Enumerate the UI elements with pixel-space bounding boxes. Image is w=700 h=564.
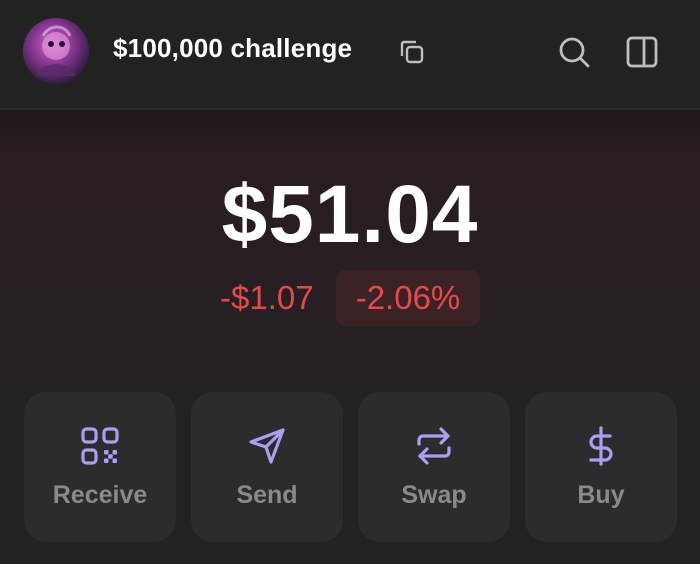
balance-change: -$1.07 -2.06% [0,270,700,328]
header-bar: $100,000 challenge [0,0,700,110]
copy-icon[interactable] [396,36,428,68]
buy-label: Buy [577,481,625,509]
search-icon[interactable] [556,34,592,70]
send-button[interactable]: Send [191,392,343,542]
account-name[interactable]: $100,000 challenge [113,33,352,64]
change-absolute: -$1.07 [220,279,314,316]
send-label: Send [236,481,298,509]
qr-code-icon [80,426,120,466]
action-buttons: Receive Send Swap Buy [24,392,677,542]
wallet-app: $100,000 challenge $51.04 -$1.07 -2.06% [0,0,700,564]
swap-button[interactable]: Swap [358,392,510,542]
balance-amount: $51.04 [221,169,479,260]
swap-arrows-icon [414,426,454,466]
receive-label: Receive [52,481,148,509]
change-percent-badge: -2.06% [336,270,480,326]
sidebar-panel-icon[interactable] [624,34,660,70]
buy-button[interactable]: Buy [525,392,677,542]
paper-plane-icon [247,426,287,466]
avatar[interactable] [23,18,89,84]
receive-button[interactable]: Receive [24,392,176,542]
avatar-image [37,25,75,76]
dollar-sign-icon [581,426,621,466]
swap-label: Swap [401,481,467,509]
